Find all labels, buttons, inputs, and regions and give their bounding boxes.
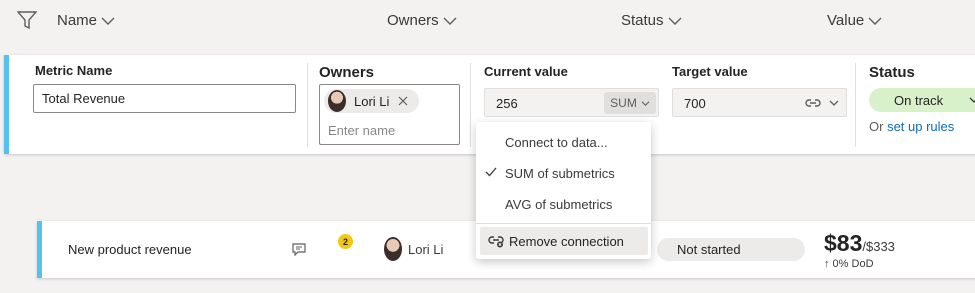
- column-header-owners-label: Owners: [387, 12, 439, 29]
- metric-row-change: ↑ 0% DoD: [824, 258, 874, 270]
- current-value: 256: [496, 96, 518, 111]
- chevron-down-icon: [101, 17, 115, 25]
- comment-icon[interactable]: [292, 243, 306, 256]
- chevron-down-icon[interactable]: [829, 99, 839, 107]
- target-value-label: Target value: [672, 64, 748, 79]
- chevron-down-icon: [868, 17, 882, 25]
- column-header-name[interactable]: Name: [57, 12, 115, 29]
- metric-row-name[interactable]: New product revenue: [68, 242, 192, 257]
- current-value-field[interactable]: 256 SUM: [484, 88, 659, 117]
- aggregation-dropdown-button[interactable]: SUM: [604, 92, 656, 114]
- owners-field[interactable]: Lori Li Enter name: [319, 84, 460, 145]
- column-header-owners[interactable]: Owners: [387, 12, 457, 29]
- menu-item-label: Connect to data...: [505, 134, 608, 150]
- menu-divider: [476, 223, 651, 224]
- chevron-down-icon: [668, 17, 682, 25]
- metric-row-status[interactable]: Not started: [657, 238, 805, 261]
- target-value-field[interactable]: 700: [672, 88, 847, 117]
- column-header-status[interactable]: Status: [621, 12, 682, 29]
- chevron-down-icon: [969, 97, 975, 103]
- column-header-status-label: Status: [621, 12, 664, 29]
- menu-item-sum-of-submetrics[interactable]: SUM of submetrics: [476, 158, 651, 188]
- rules-prefix: Or: [869, 119, 884, 134]
- current-value-label: Current value: [484, 64, 568, 79]
- link-icon[interactable]: [804, 96, 822, 110]
- menu-item-remove-connection[interactable]: Remove connection: [480, 227, 648, 255]
- chevron-down-icon: [641, 100, 650, 106]
- metric-row-value: $83/$333: [824, 230, 895, 257]
- divider: [855, 63, 856, 147]
- column-header-name-label: Name: [57, 12, 98, 29]
- checkmark-icon: [485, 167, 497, 177]
- set-up-rules-link[interactable]: set up rules: [887, 119, 954, 134]
- menu-item-label: Remove connection: [509, 233, 624, 249]
- filter-icon[interactable]: [17, 10, 37, 30]
- menu-item-label: SUM of submetrics: [505, 165, 615, 181]
- menu-item-label: AVG of submetrics: [505, 196, 613, 212]
- column-header-value-label: Value: [827, 12, 865, 29]
- metric-row-current: $83: [824, 230, 863, 256]
- divider: [307, 63, 308, 147]
- metric-row-owner: Lori Li: [408, 242, 444, 257]
- aggregation-menu: Connect to data... SUM of submetrics AVG…: [476, 122, 651, 259]
- owner-chip: Lori Li: [324, 89, 419, 113]
- metric-name-label: Metric Name: [35, 63, 113, 78]
- chevron-down-icon: [443, 17, 457, 25]
- owners-label: Owners: [319, 64, 375, 81]
- status-dropdown[interactable]: On track: [869, 88, 975, 112]
- divider: [470, 63, 471, 147]
- aggregation-label: SUM: [610, 96, 637, 110]
- status-label: Status: [869, 64, 915, 81]
- owner-chip-name: Lori Li: [354, 93, 390, 109]
- target-value: 700: [684, 96, 706, 111]
- metric-row-target: /$333: [862, 239, 895, 254]
- rules-hint: Or set up rules: [869, 119, 954, 134]
- notification-badge: 2: [338, 234, 353, 249]
- avatar: [328, 90, 346, 112]
- status-value: On track: [894, 92, 944, 108]
- metric-name-input[interactable]: Total Revenue: [33, 84, 296, 113]
- close-icon[interactable]: [398, 96, 408, 106]
- menu-item-avg-of-submetrics[interactable]: AVG of submetrics: [476, 189, 651, 219]
- column-header-value[interactable]: Value: [827, 12, 882, 29]
- menu-item-connect-to-data[interactable]: Connect to data...: [476, 127, 651, 157]
- column-header-bar: Name Owners Status Value: [0, 0, 975, 42]
- avatar: [384, 237, 402, 261]
- unlink-icon: [488, 236, 504, 248]
- metric-row-status-label: Not started: [677, 242, 741, 257]
- owner-input-placeholder[interactable]: Enter name: [328, 123, 395, 138]
